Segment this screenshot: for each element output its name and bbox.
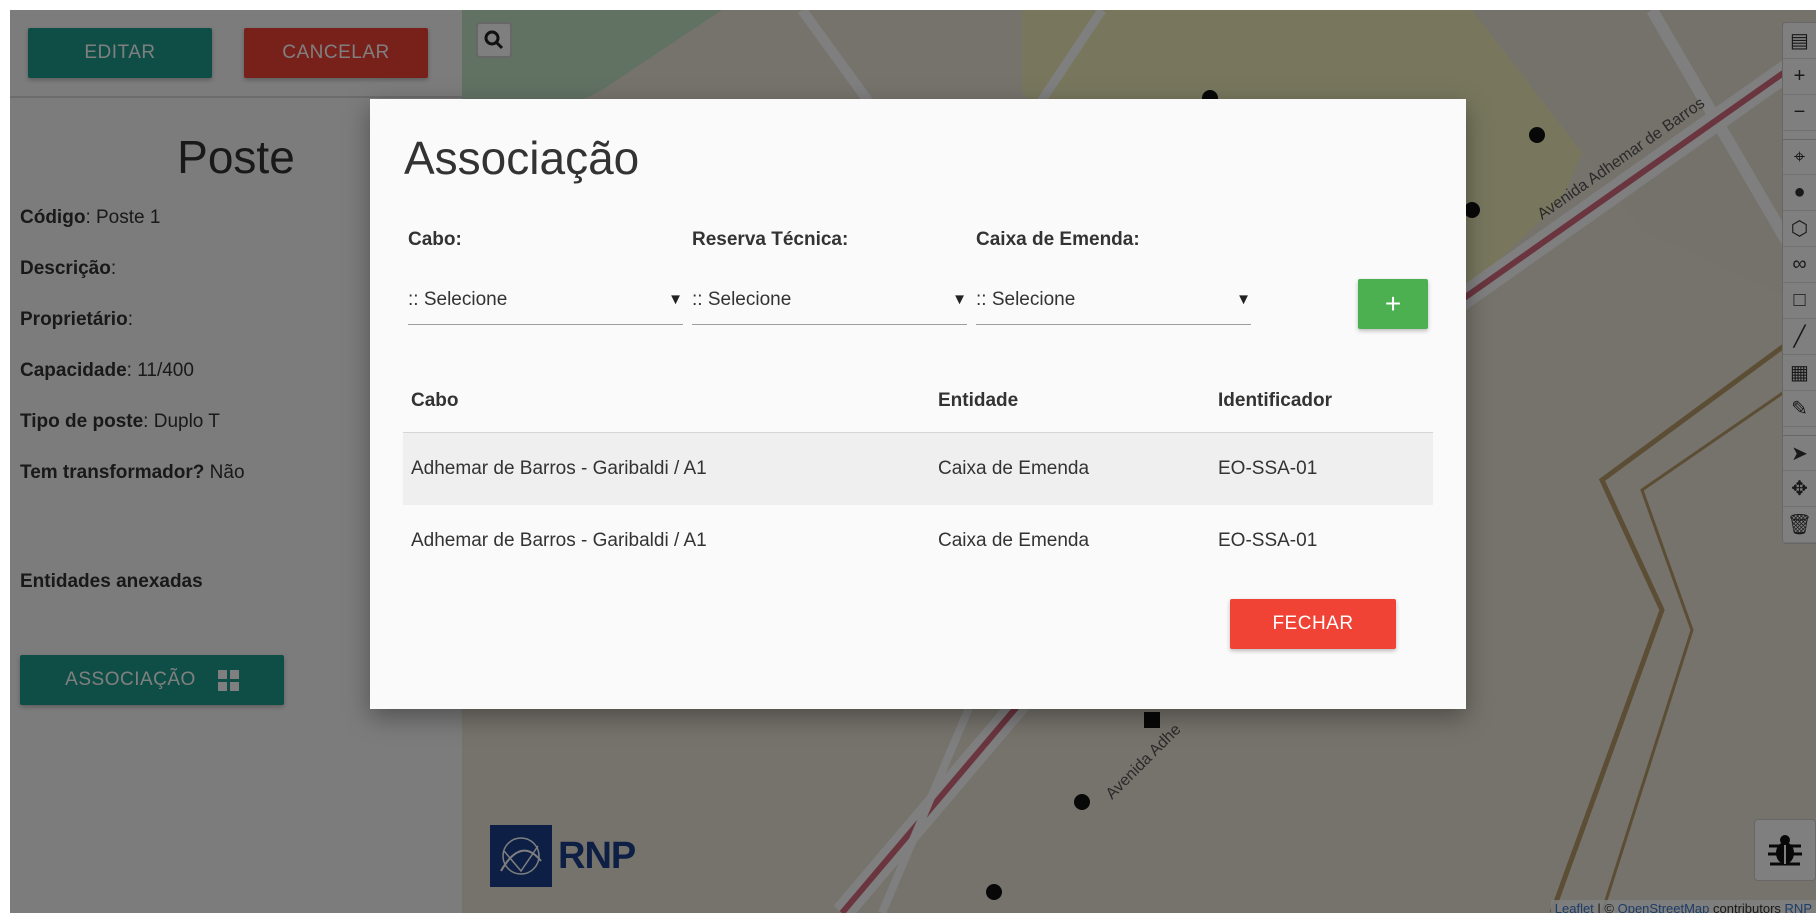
- table-row[interactable]: Adhemar de Barros - Garibaldi / A1 Caixa…: [403, 505, 1433, 577]
- select-cabo[interactable]: :: Selecione ▼: [408, 275, 683, 325]
- select-caixa[interactable]: :: Selecione ▼: [976, 275, 1251, 325]
- select-reserva-value: :: Selecione: [692, 288, 792, 310]
- select-caixa-value: :: Selecione: [976, 288, 1076, 310]
- column-header-identificador: Identificador: [1218, 389, 1333, 411]
- cell-identificador: EO-SSA-01: [1218, 458, 1318, 479]
- filter-label-reserva: Reserva Técnica:: [692, 229, 849, 250]
- chevron-down-icon: ▼: [668, 291, 683, 308]
- table-row[interactable]: Adhemar de Barros - Garibaldi / A1 Caixa…: [403, 433, 1433, 505]
- close-button[interactable]: FECHAR: [1230, 599, 1396, 649]
- modal-title: Associação: [404, 132, 640, 184]
- column-header-cabo: Cabo: [411, 389, 459, 411]
- cell-cabo: Adhemar de Barros - Garibaldi / A1: [411, 458, 707, 479]
- chevron-down-icon: ▼: [1236, 291, 1251, 308]
- filter-label-cabo: Cabo:: [408, 229, 462, 250]
- association-table: Cabo Entidade Identificador Adhemar de B…: [403, 369, 1433, 577]
- column-header-entidade: Entidade: [938, 389, 1019, 411]
- cell-entidade: Caixa de Emenda: [938, 530, 1090, 551]
- chevron-down-icon: ▼: [952, 291, 967, 308]
- association-modal: Associação Cabo: Reserva Técnica: Caixa …: [370, 99, 1466, 709]
- cell-cabo: Adhemar de Barros - Garibaldi / A1: [411, 530, 707, 551]
- cell-entidade: Caixa de Emenda: [938, 458, 1090, 479]
- table-header: Cabo Entidade Identificador: [403, 369, 1433, 433]
- add-button[interactable]: +: [1358, 279, 1428, 329]
- select-cabo-value: :: Selecione: [408, 288, 508, 310]
- filter-label-caixa: Caixa de Emenda:: [976, 229, 1140, 250]
- select-reserva[interactable]: :: Selecione ▼: [692, 275, 967, 325]
- cell-identificador: EO-SSA-01: [1218, 530, 1318, 551]
- app-root: Avenida Adhemar de Barros Avenida Adhe ▤…: [10, 10, 1816, 913]
